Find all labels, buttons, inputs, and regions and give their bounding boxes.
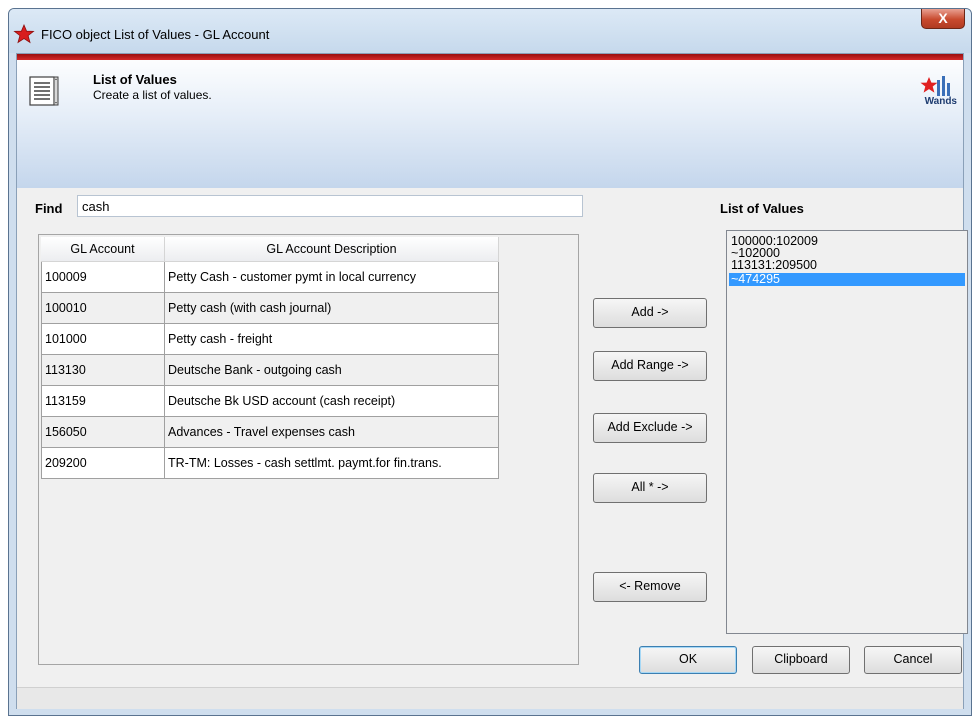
- client-area: List of Values Create a list of values. …: [16, 53, 968, 709]
- red-star-app-icon: [13, 24, 35, 44]
- cancel-button[interactable]: Cancel: [864, 646, 962, 674]
- add-button[interactable]: Add ->: [593, 298, 707, 328]
- cell-description: Petty cash - freight: [165, 324, 499, 355]
- ok-button[interactable]: OK: [639, 646, 737, 674]
- cell-description: Petty Cash - customer pymt in local curr…: [165, 262, 499, 293]
- cell-account: 113159: [41, 386, 165, 417]
- cell-account: 100010: [41, 293, 165, 324]
- cell-account: 209200: [41, 448, 165, 479]
- cell-account: 100009: [41, 262, 165, 293]
- find-label: Find: [35, 201, 63, 216]
- list-item-selected[interactable]: ~474295: [729, 273, 965, 286]
- header-subtitle: Create a list of values.: [93, 88, 212, 102]
- list-of-values-listbox[interactable]: 100000:102009 ~102000 113131:209500 ~474…: [726, 230, 968, 634]
- table-row[interactable]: 209200 TR-TM: Losses - cash settlmt. pay…: [41, 448, 499, 479]
- find-input[interactable]: [77, 195, 583, 217]
- cell-account: 101000: [41, 324, 165, 355]
- list-of-values-title: List of Values: [720, 201, 804, 216]
- table-row[interactable]: 113130 Deutsche Bank - outgoing cash: [41, 355, 499, 386]
- clipboard-button[interactable]: Clipboard: [752, 646, 850, 674]
- column-header-description[interactable]: GL Account Description: [165, 237, 499, 261]
- list-item[interactable]: 113131:209500: [729, 259, 965, 272]
- grid-header: GL Account GL Account Description: [41, 237, 499, 262]
- column-header-gl-account[interactable]: GL Account: [41, 237, 165, 261]
- list-icon: [29, 76, 59, 106]
- header-accent-line: [17, 54, 963, 60]
- window-title: FICO object List of Values - GL Account: [41, 27, 270, 42]
- header-banner: List of Values Create a list of values. …: [17, 54, 963, 188]
- table-row[interactable]: 156050 Advances - Travel expenses cash: [41, 417, 499, 448]
- table-row[interactable]: 113159 Deutsche Bk USD account (cash rec…: [41, 386, 499, 417]
- add-exclude-button[interactable]: Add Exclude ->: [593, 413, 707, 443]
- table-row[interactable]: 101000 Petty cash - freight: [41, 324, 499, 355]
- cell-account: 156050: [41, 417, 165, 448]
- cell-description: Deutsche Bk USD account (cash receipt): [165, 386, 499, 417]
- cell-description: Deutsche Bank - outgoing cash: [165, 355, 499, 386]
- table-row[interactable]: 100009 Petty Cash - customer pymt in loc…: [41, 262, 499, 293]
- add-all-button[interactable]: All * ->: [593, 473, 707, 503]
- gl-account-grid[interactable]: GL Account GL Account Description 100009…: [38, 234, 579, 665]
- status-bar: [17, 687, 963, 709]
- close-button[interactable]: X: [921, 9, 965, 29]
- table-row[interactable]: 100010 Petty cash (with cash journal): [41, 293, 499, 324]
- cell-account: 113130: [41, 355, 165, 386]
- dialog-window: FICO object List of Values - GL Account …: [8, 8, 972, 716]
- cell-description: Petty cash (with cash journal): [165, 293, 499, 324]
- wands-logo-text: Wands: [924, 96, 957, 107]
- header-title: List of Values: [93, 72, 177, 87]
- cell-description: TR-TM: Losses - cash settlmt. paymt.for …: [165, 448, 499, 479]
- remove-button[interactable]: <- Remove: [593, 572, 707, 602]
- add-range-button[interactable]: Add Range ->: [593, 351, 707, 381]
- grid-rows: 100009 Petty Cash - customer pymt in loc…: [41, 262, 499, 479]
- title-bar[interactable]: FICO object List of Values - GL Account …: [9, 9, 971, 53]
- cell-description: Advances - Travel expenses cash: [165, 417, 499, 448]
